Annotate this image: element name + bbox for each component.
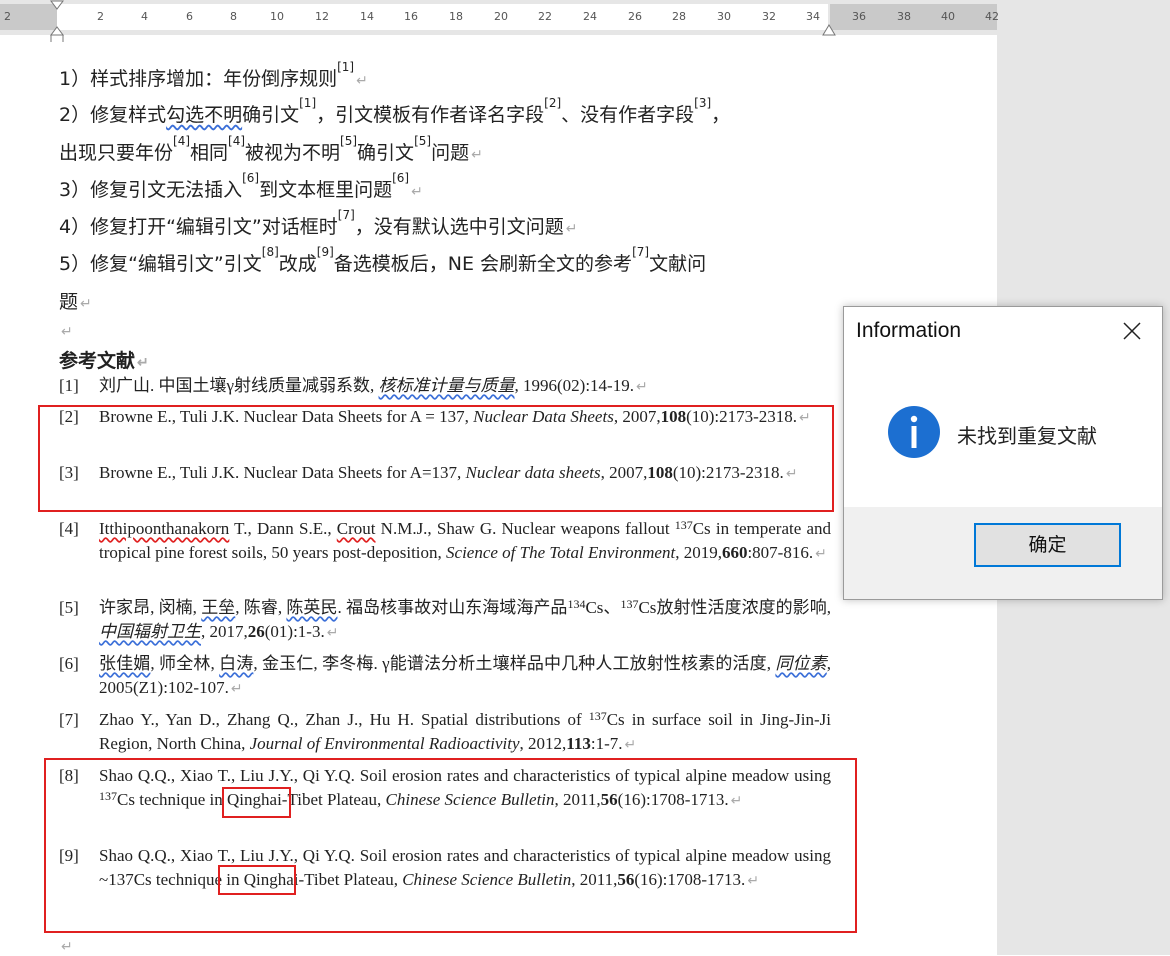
- empty-paragraph: ↵: [61, 939, 73, 955]
- reference-entry: [6] 张佳媚, 师全林, 白涛, 金玉仁, 李冬梅. γ能谱法分析土壤样品中几…: [59, 654, 832, 697]
- ruler-label: 4: [141, 10, 148, 23]
- ruler-label: 24: [583, 10, 597, 23]
- ruler-label: 8: [230, 10, 237, 23]
- ruler-label: 28: [672, 10, 686, 23]
- reference-entry: [1] 刘广山. 中国土壤γ射线质量减弱系数, 核标准计量与质量, 1996(0…: [59, 376, 648, 395]
- ok-button[interactable]: 确定: [974, 523, 1121, 567]
- list-item: 4）修复打开“编辑引文”对话框时[7]，没有默认选中引文问题 ↵: [59, 208, 578, 238]
- list-item: 2）修复样式勾选不明确引文[1]，引文模板有作者译名字段[2]、没有作者字段[3…: [59, 96, 731, 126]
- list-item: 题 ↵: [59, 291, 92, 313]
- reference-entry: [5] 许家昂, 闵楠, 王垒, 陈睿, 陈英民. 福岛核事故对山东海域海产品1…: [59, 597, 831, 641]
- ruler-label: 22: [538, 10, 552, 23]
- duplicate-highlight-box: [44, 758, 857, 933]
- ruler-label: 30: [717, 10, 731, 23]
- reference-entry: [7] Zhao Y., Yan D., Zhang Q., Zhan J., …: [59, 709, 831, 753]
- ruler-label: 16: [404, 10, 418, 23]
- ruler-label: 6: [186, 10, 193, 23]
- ruler-label: 32: [762, 10, 776, 23]
- list-item: 3）修复引文无法插入[6]到文本框里问题[6]↵: [59, 171, 423, 201]
- isotope-highlight-box: [218, 865, 296, 895]
- dialog-title: Information: [856, 319, 962, 342]
- reference-entry: [4] Itthipoonthanakorn T., Dann S.E., Cr…: [59, 518, 831, 562]
- dialog-footer: 确定: [844, 507, 1162, 599]
- ruler-label: 10: [270, 10, 284, 23]
- info-icon: [888, 406, 940, 458]
- ruler-label: 14: [360, 10, 374, 23]
- indent-marker[interactable]: [50, 0, 64, 44]
- information-dialog: Information 未找到重复文献 确定: [843, 306, 1163, 600]
- ruler-label: 18: [449, 10, 463, 23]
- right-indent-marker[interactable]: [822, 24, 836, 36]
- ruler-label: 2: [97, 10, 104, 23]
- ruler-label: 26: [628, 10, 642, 23]
- dialog-message: 未找到重复文献: [957, 424, 1097, 448]
- references-heading: 参考文献 ↵: [59, 351, 149, 372]
- ruler-label: 38: [897, 10, 911, 23]
- duplicate-highlight-box: [38, 405, 834, 512]
- empty-paragraph: ↵: [61, 324, 73, 340]
- ruler-label: 12: [315, 10, 329, 23]
- ruler-label: 40: [941, 10, 955, 23]
- list-item: 5）修复“编辑引文”引文[8]改成[9]备选模板后，NE 会刷新全文的参考[7]…: [59, 245, 707, 275]
- ruler: 2 2 4 6 8 10 12 14 16 18 20 22 24 26 28 …: [0, 0, 999, 44]
- ruler-label: 20: [494, 10, 508, 23]
- ruler-label: 36: [852, 10, 866, 23]
- list-item: 出现只要年份[4]相同[4]被视为不明[5]确引文[5]问题 ↵: [59, 134, 483, 164]
- close-icon[interactable]: [1120, 319, 1144, 343]
- ruler-label: 34: [806, 10, 820, 23]
- isotope-highlight-box: [222, 787, 291, 818]
- ruler-label: 42: [985, 10, 999, 23]
- list-item: 1）样式排序增加：年份倒序规则[1]↵: [59, 60, 368, 90]
- ruler-label: 2: [4, 10, 11, 23]
